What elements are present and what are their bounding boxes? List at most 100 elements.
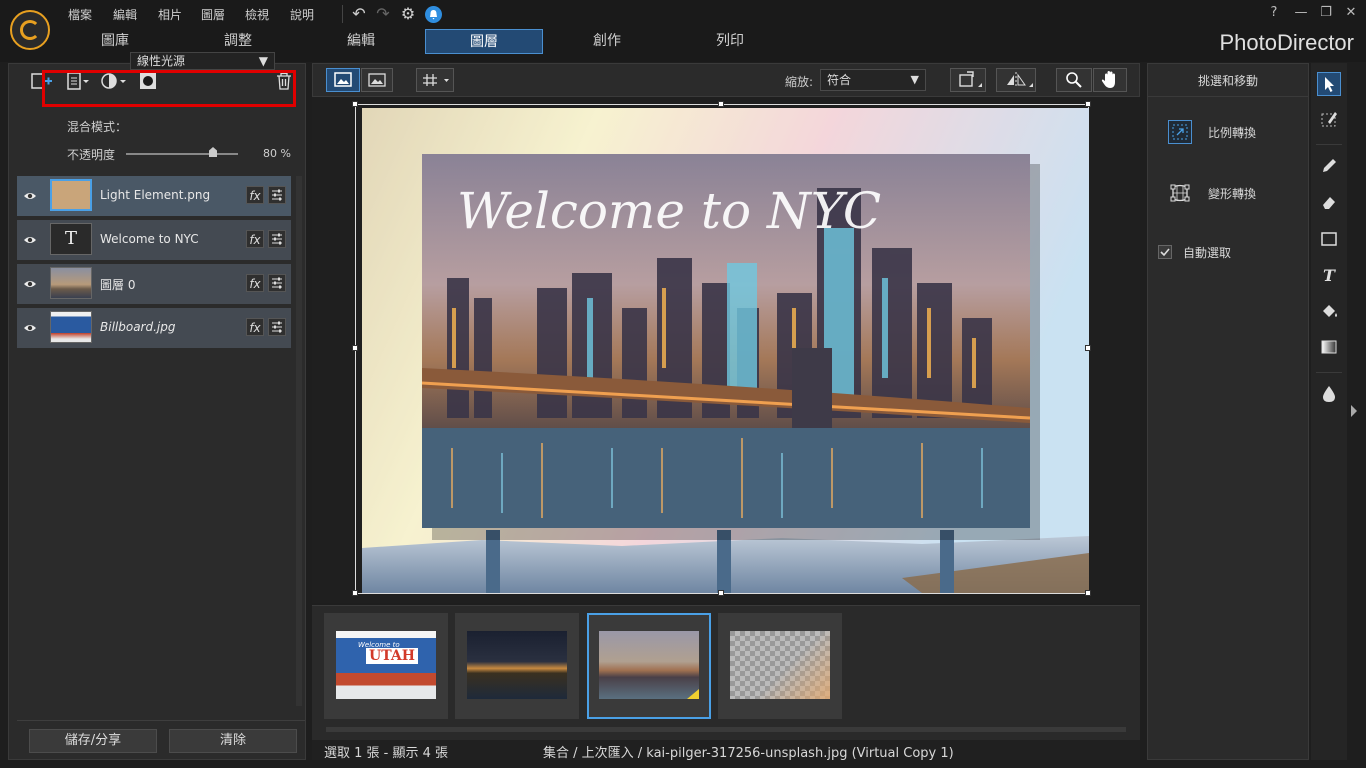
layer-row-layer-0[interactable]: 圖層 0 fx [17, 264, 291, 306]
nyc-edited-thumbnail [599, 631, 699, 699]
view-compare-button[interactable] [361, 68, 393, 92]
light-element-thumbnail [730, 631, 830, 699]
resize-handle-e[interactable] [1085, 345, 1091, 351]
layer-row-welcome-text[interactable]: T Welcome to NYC fx [17, 220, 291, 262]
minimize-button[interactable]: — [1291, 4, 1311, 22]
pencil-tool-icon[interactable] [1317, 155, 1341, 179]
filmstrip-scrollbar[interactable] [326, 727, 1126, 732]
auto-select-checkbox[interactable] [1158, 245, 1172, 259]
tab-edit[interactable]: 編輯 [306, 29, 416, 54]
status-file-path: 集合 / 上次匯入 / kai-pilger-317256-unsplash.j… [543, 746, 954, 761]
layer-row-light-element[interactable]: Light Element.png fx [17, 176, 291, 218]
utah-billboard-thumbnail: Welcome to UTAH [336, 631, 436, 699]
visibility-eye-icon[interactable] [23, 233, 37, 247]
restore-button[interactable]: ❐ [1316, 4, 1336, 22]
scale-transform-icon[interactable] [1168, 120, 1192, 144]
layer-effects-button[interactable]: fx [246, 318, 264, 336]
pan-tool-button[interactable] [1093, 68, 1127, 92]
help-button[interactable]: ? [1264, 4, 1284, 22]
tab-layers[interactable]: 圖層 [425, 29, 543, 54]
visibility-eye-icon[interactable] [23, 277, 37, 291]
resize-handle-se[interactable] [1085, 590, 1091, 596]
paint-bucket-tool-icon[interactable] [1317, 300, 1341, 324]
hand-icon [1101, 71, 1115, 88]
film-thumb-light-element[interactable] [718, 613, 842, 719]
menu-view[interactable]: 檢視 [245, 6, 269, 23]
warp-transform-label[interactable]: 變形轉換 [1208, 185, 1256, 202]
opacity-slider-track[interactable] [126, 153, 238, 155]
blend-mode-select[interactable]: 線性光源 ▼ [130, 52, 275, 70]
chevron-down-icon: ▼ [910, 73, 919, 86]
rotate-button[interactable] [950, 68, 986, 92]
menu-file[interactable]: 檔案 [68, 6, 92, 23]
film-thumb-nyc[interactable] [455, 613, 579, 719]
flip-button[interactable] [996, 68, 1036, 92]
layer-list-scrollbar[interactable] [296, 176, 302, 706]
tab-adjust[interactable]: 調整 [183, 29, 293, 54]
rectangle-tool-icon[interactable] [1317, 228, 1341, 252]
resize-handle-nw[interactable] [352, 101, 358, 107]
utah-text: UTAH [366, 648, 418, 664]
layer-effects-button[interactable]: fx [246, 186, 264, 204]
app-logo-icon[interactable] [10, 10, 50, 50]
collapse-right-panel-icon[interactable] [1351, 405, 1357, 417]
visibility-eye-icon[interactable] [23, 189, 37, 203]
grid-icon [423, 74, 449, 86]
undo-icon[interactable]: ↶ [350, 5, 368, 23]
blur-drop-tool-icon[interactable] [1317, 383, 1341, 407]
layer-row-billboard[interactable]: Billboard.jpg fx [17, 308, 291, 350]
menu-layer[interactable]: 圖層 [201, 6, 225, 23]
magnifier-icon [1066, 72, 1082, 88]
notification-bell-icon[interactable] [425, 6, 442, 23]
pick-move-tool-icon[interactable] [1317, 72, 1341, 96]
zoom-tool-button[interactable] [1056, 68, 1092, 92]
eraser-tool-icon[interactable] [1317, 191, 1341, 215]
billboard-headline: Welcome to NYC [457, 182, 881, 240]
tool-divider [1316, 372, 1342, 373]
film-thumb-utah[interactable]: Welcome to UTAH [324, 613, 448, 719]
gradient-tool-icon[interactable] [1317, 336, 1341, 360]
resize-handle-n[interactable] [718, 101, 724, 107]
image-compare-icon [368, 73, 386, 87]
resize-handle-sw[interactable] [352, 590, 358, 596]
layer-thumbnail [50, 179, 92, 211]
panel-divider [17, 720, 305, 721]
layer-adjust-sliders-icon[interactable] [268, 230, 286, 248]
clear-button[interactable]: 清除 [169, 729, 297, 753]
resize-handle-ne[interactable] [1085, 101, 1091, 107]
settings-gear-icon[interactable]: ⚙ [399, 5, 417, 23]
layer-name: 圖層 0 [100, 278, 136, 292]
resize-handle-w[interactable] [352, 345, 358, 351]
scale-transform-label[interactable]: 比例轉換 [1208, 124, 1256, 141]
tool-divider [1316, 144, 1342, 145]
zoom-select[interactable]: 符合 ▼ [820, 69, 926, 91]
grid-toggle-button[interactable] [416, 68, 454, 92]
layer-adjust-sliders-icon[interactable] [268, 318, 286, 336]
view-single-button[interactable] [326, 68, 360, 92]
resize-handle-s[interactable] [718, 590, 724, 596]
highlight-box [42, 70, 296, 107]
close-button[interactable]: ✕ [1341, 4, 1361, 22]
menu-help[interactable]: 說明 [290, 6, 314, 23]
menu-photo[interactable]: 相片 [158, 6, 182, 23]
tab-library[interactable]: 圖庫 [60, 29, 170, 54]
menu-edit[interactable]: 編輯 [113, 6, 137, 23]
flip-icon [1007, 72, 1033, 88]
layer-effects-button[interactable]: fx [246, 274, 264, 292]
opacity-label: 不透明度 [67, 148, 116, 162]
redo-icon[interactable]: ↷ [374, 5, 392, 23]
tab-create[interactable]: 創作 [552, 29, 662, 54]
layer-adjust-sliders-icon[interactable] [268, 274, 286, 292]
brush-select-tool-icon[interactable] [1317, 108, 1341, 132]
tab-print[interactable]: 列印 [675, 29, 785, 54]
layer-adjust-sliders-icon[interactable] [268, 186, 286, 204]
layer-effects-button[interactable]: fx [246, 230, 264, 248]
photo-canvas[interactable]: Welcome to NYC [362, 108, 1089, 593]
zoom-value: 符合 [827, 73, 852, 87]
visibility-eye-icon[interactable] [23, 321, 37, 335]
save-share-button[interactable]: 儲存/分享 [29, 729, 157, 753]
warp-transform-icon[interactable] [1168, 181, 1192, 205]
panel-title: 挑選和移動 [1197, 74, 1258, 88]
text-tool-icon[interactable]: T [1317, 264, 1341, 288]
film-thumb-nyc-virtual-copy[interactable] [587, 613, 711, 719]
